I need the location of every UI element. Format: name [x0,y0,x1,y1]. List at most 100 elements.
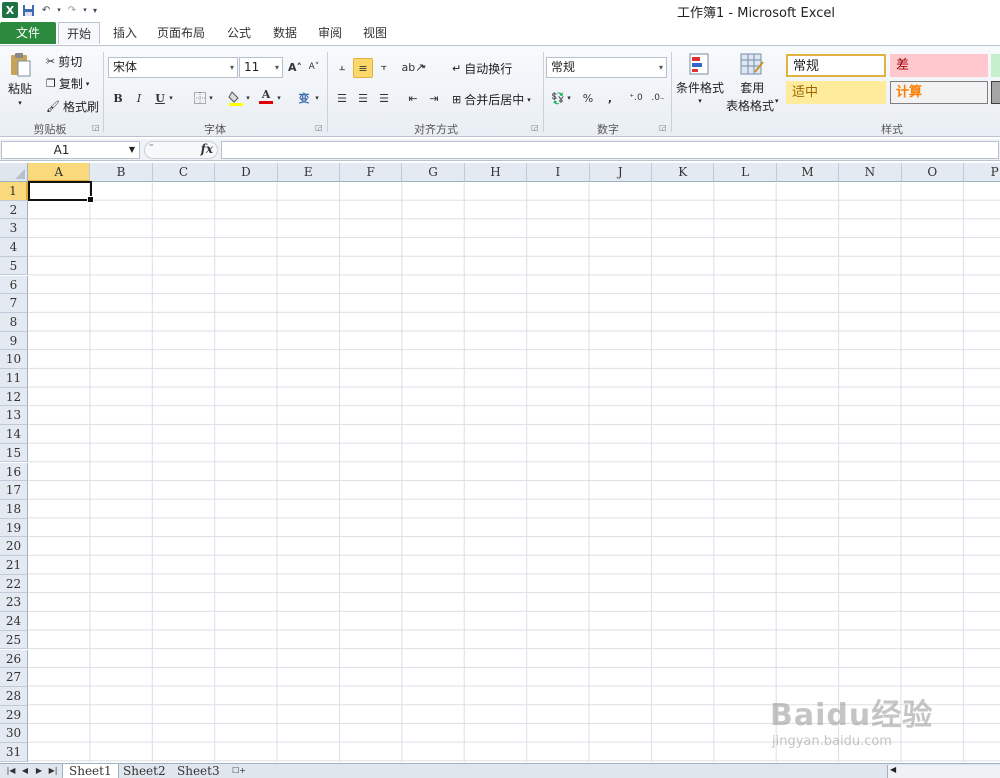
row-header[interactable]: 20 [0,537,28,556]
next-sheet-icon[interactable]: ▶ [32,765,46,777]
tab-page-layout[interactable]: 页面布局 [150,22,212,44]
redo-icon[interactable]: ↷ [64,2,80,18]
align-middle-icon[interactable]: ≡ [353,58,373,78]
prev-sheet-icon[interactable]: ◀ [18,765,32,777]
row-header[interactable]: 2 [0,200,28,220]
row-header[interactable]: 16 [0,462,28,482]
orientation-dropdown-icon[interactable]: ▾ [419,57,429,77]
font-size-dropdown-icon[interactable]: ▾ [275,58,279,77]
row-header[interactable]: 12 [0,387,28,407]
number-format-dropdown-icon[interactable]: ▾ [659,58,663,77]
font-color-dropdown-icon[interactable]: ▾ [274,88,284,108]
increase-indent-icon[interactable]: ⇥ [424,88,444,108]
row-header[interactable]: 9 [0,331,28,351]
row-header[interactable]: 13 [0,406,28,426]
align-bottom-icon[interactable]: ⫟ [374,57,394,77]
row-header[interactable]: 15 [0,443,28,463]
row-header[interactable]: 22 [0,574,28,594]
row-header[interactable]: 8 [0,312,28,332]
fill-color-dropdown-icon[interactable]: ▾ [243,88,253,108]
column-header[interactable]: B [90,163,153,182]
copy-button[interactable]: ❐ 复制 ▾ [46,75,89,92]
column-header[interactable]: G [402,163,465,182]
align-top-icon[interactable]: ⫠ [332,57,352,77]
tab-file[interactable]: 文件 [0,22,56,44]
comma-button[interactable]: , [600,88,620,108]
bold-button[interactable]: B [108,88,128,108]
style-good[interactable] [991,54,1000,77]
active-cell[interactable] [28,181,94,203]
table-format-dropdown-icon[interactable]: ▾ [775,97,779,114]
row-header[interactable]: 19 [0,518,28,538]
column-header[interactable]: I [527,163,590,182]
format-as-table-button[interactable]: 套用 表格格式 ▾ [726,52,779,114]
paste-dropdown-icon[interactable]: ▾ [18,99,22,107]
row-header[interactable]: 23 [0,593,28,613]
name-box-dropdown-icon[interactable]: ▼ [129,142,135,158]
row-header[interactable]: 30 [0,724,28,743]
accounting-dropdown-icon[interactable]: ▾ [564,88,574,108]
alignment-launcher-icon[interactable]: ◲ [531,123,539,132]
border-dropdown-icon[interactable]: ▾ [206,88,216,108]
conditional-dropdown-icon[interactable]: ▾ [698,97,702,105]
new-sheet-icon[interactable]: ☐+ [230,765,248,777]
formula-input[interactable] [221,141,999,159]
row-header[interactable]: 27 [0,668,28,687]
column-header[interactable]: N [839,163,902,182]
align-left-icon[interactable]: ☰ [332,88,352,108]
scroll-left-icon[interactable]: ◀ [890,765,896,774]
clipboard-launcher-icon[interactable]: ◲ [92,123,100,132]
format-painter-button[interactable]: 🖌 格式刷 [46,98,99,115]
conditional-format-button[interactable]: 条件格式 ▾ [676,52,724,105]
style-normal[interactable]: 常规 [786,54,886,77]
save-icon[interactable] [20,2,36,18]
phonetic-dropdown-icon[interactable]: ▾ [312,88,322,108]
copy-dropdown-icon[interactable]: ▾ [86,80,90,88]
customize-qat-icon[interactable]: ▾ [90,2,100,18]
name-box[interactable]: A1 ▼ [1,141,140,159]
sheet-tab-2[interactable]: Sheet2 [117,764,172,778]
number-format-combo[interactable]: 常规 ▾ [546,57,667,78]
align-center-icon[interactable]: ☰ [353,88,373,108]
cell-area[interactable] [28,182,1000,762]
merge-dropdown-icon[interactable]: ▾ [527,96,531,104]
style-calculation[interactable]: 计算 [890,81,988,104]
row-header[interactable]: 28 [0,686,28,706]
row-header[interactable]: 11 [0,369,28,388]
first-sheet-icon[interactable]: |◀ [4,765,18,777]
font-name-combo[interactable]: 宋体 ▾ [108,57,238,78]
style-check-cell[interactable] [991,81,1000,104]
column-header[interactable]: P [964,163,1000,182]
last-sheet-icon[interactable]: ▶| [46,765,60,777]
decrease-font-icon[interactable]: A˅ [304,57,324,77]
column-header[interactable]: F [340,163,403,182]
underline-dropdown-icon[interactable]: ▾ [166,88,176,108]
tab-data[interactable]: 数据 [266,22,304,44]
font-name-dropdown-icon[interactable]: ▾ [230,58,234,77]
row-header[interactable]: 14 [0,425,28,444]
decrease-indent-icon[interactable]: ⇤ [403,88,423,108]
column-header[interactable]: J [589,163,652,182]
select-all-button[interactable] [0,163,28,182]
undo-icon[interactable]: ↶ [38,2,54,18]
style-neutral[interactable]: 适中 [786,81,886,104]
row-header[interactable]: 3 [0,219,28,239]
font-size-combo[interactable]: 11 ▾ [239,57,283,78]
column-header[interactable]: L [714,163,777,182]
increase-font-icon[interactable]: A˄ [285,57,305,77]
number-launcher-icon[interactable]: ◲ [659,123,667,132]
column-header[interactable]: H [464,163,528,182]
wrap-text-button[interactable]: ↵ 自动换行 [452,60,512,77]
row-header[interactable]: 26 [0,649,28,669]
phonetic-button[interactable]: 变 [294,88,314,108]
font-launcher-icon[interactable]: ◲ [315,123,323,132]
tab-review[interactable]: 审阅 [311,22,349,44]
sheet-tab-1[interactable]: Sheet1 [62,764,119,778]
column-header[interactable]: E [277,163,340,182]
style-bad[interactable]: 差 [890,54,988,77]
font-color-button[interactable]: A [256,86,276,106]
row-header[interactable]: 6 [0,275,28,295]
cut-button[interactable]: ✂ 剪切 [46,53,82,70]
insert-function-icon[interactable]: fx [201,142,213,156]
merge-center-button[interactable]: ⊞ 合并后居中 ▾ [452,91,531,108]
